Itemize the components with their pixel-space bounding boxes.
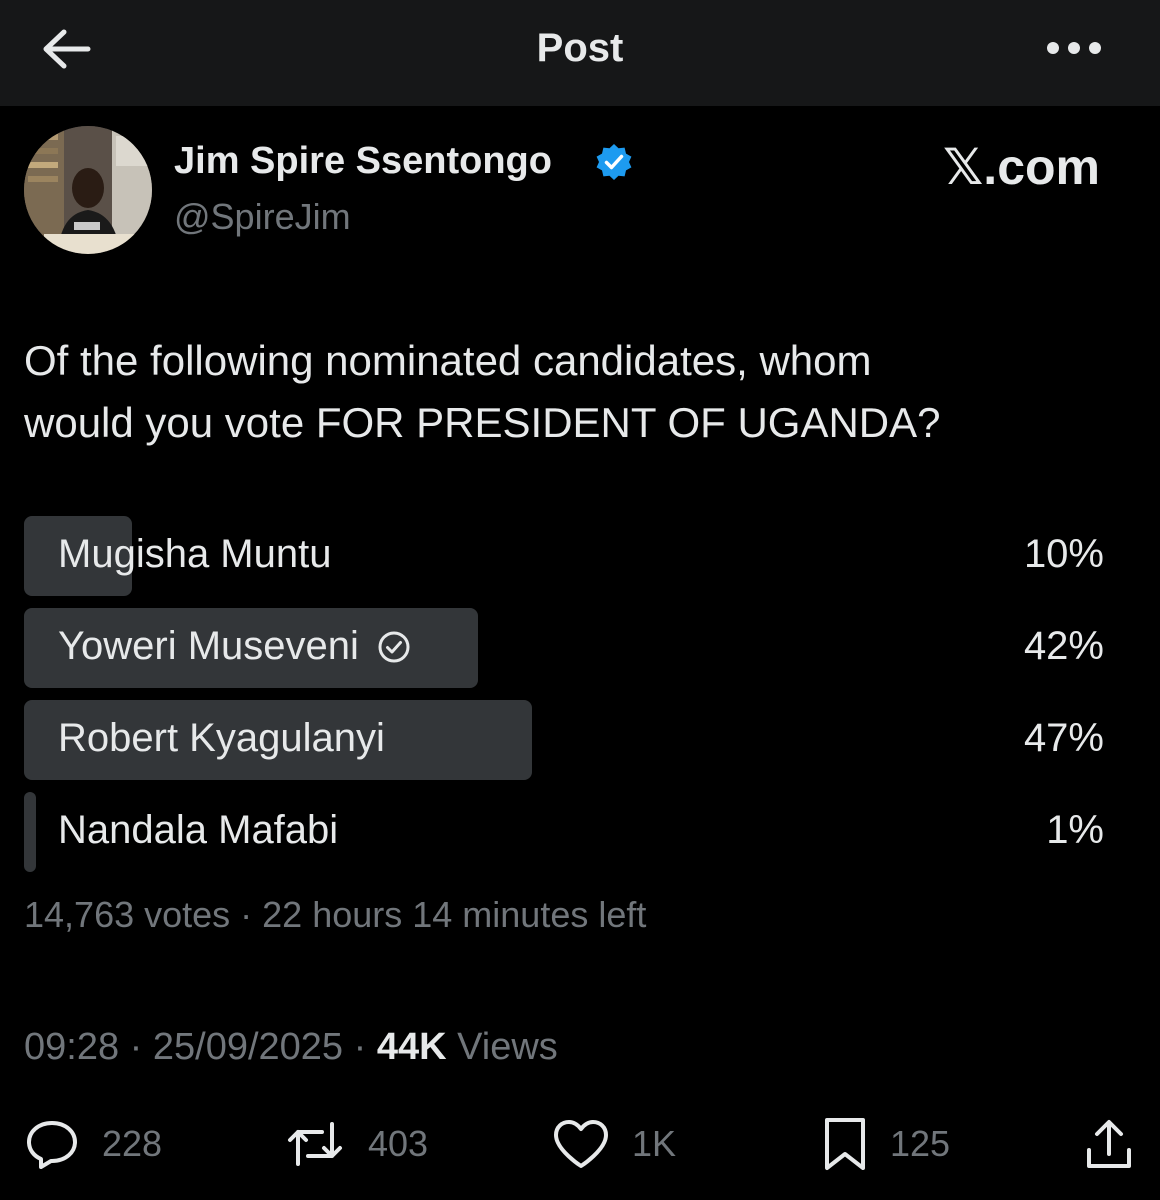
repost-count: 403 bbox=[368, 1123, 429, 1164]
bookmark-icon bbox=[825, 1118, 865, 1170]
share-button[interactable] bbox=[1084, 1114, 1134, 1174]
tweet-text: Of the following nominated candidates, w… bbox=[24, 330, 1124, 454]
avatar[interactable] bbox=[24, 126, 152, 254]
more-horizontal-icon bbox=[1047, 42, 1101, 54]
poll-option-percent: 1% bbox=[1046, 808, 1104, 852]
separator: · bbox=[343, 1026, 377, 1068]
tweet-text-line: Of the following nominated candidates, w… bbox=[24, 337, 872, 384]
timestamp-row: 09:28 · 25/09/2025 · 44K Views bbox=[24, 1026, 558, 1069]
tweet-text-line: would you vote FOR PRESIDENT OF UGANDA? bbox=[24, 399, 941, 446]
author-display-name[interactable]: Jim Spire Ssentongo bbox=[174, 140, 552, 183]
reply-button[interactable]: 228 bbox=[24, 1114, 162, 1174]
page-title: Post bbox=[536, 26, 624, 70]
check-circle-icon bbox=[378, 631, 410, 662]
poll-option-label: Nandala Mafabi bbox=[58, 808, 339, 852]
share-icon bbox=[1087, 1120, 1131, 1168]
poll-meta: 14,763 votes · 22 hours 14 minutes left bbox=[24, 894, 646, 936]
post-date[interactable]: 25/09/2025 bbox=[153, 1026, 343, 1068]
bookmark-count: 125 bbox=[890, 1123, 951, 1164]
poll-option-label: Robert Kyagulanyi bbox=[58, 716, 385, 760]
views-label: Views bbox=[457, 1026, 558, 1068]
poll-vote-count: 14,763 votes bbox=[24, 894, 231, 935]
x-watermark: 𝕏.com bbox=[943, 139, 1100, 195]
repost-icon bbox=[288, 1122, 342, 1166]
bookmark-button[interactable]: 125 bbox=[822, 1114, 950, 1174]
separator: · bbox=[119, 1026, 153, 1068]
poll-option-label: Yoweri Museveni bbox=[58, 624, 359, 668]
verified-badge-icon bbox=[596, 144, 632, 180]
poll-option-label: Mugisha Muntu bbox=[58, 532, 332, 576]
poll-option[interactable]: Nandala Mafabi 1% bbox=[24, 792, 1104, 872]
reply-count: 228 bbox=[102, 1123, 163, 1164]
poll-option[interactable]: Yoweri Museveni 42% bbox=[24, 608, 1104, 688]
more-options-button[interactable] bbox=[1044, 28, 1104, 68]
poll-option[interactable]: Robert Kyagulanyi 47% bbox=[24, 700, 1104, 780]
separator: · bbox=[230, 894, 263, 935]
heart-icon bbox=[554, 1120, 608, 1168]
like-count: 1K bbox=[632, 1123, 677, 1164]
like-button[interactable]: 1K bbox=[552, 1114, 676, 1174]
reply-icon bbox=[27, 1121, 77, 1169]
author-handle[interactable]: @SpireJim bbox=[174, 196, 351, 238]
poll-option[interactable]: Mugisha Muntu 10% bbox=[24, 516, 1104, 596]
post-time[interactable]: 09:28 bbox=[24, 1026, 119, 1068]
views-count: 44K bbox=[376, 1026, 447, 1068]
top-bar: Post bbox=[0, 0, 1160, 106]
repost-button[interactable]: 403 bbox=[284, 1114, 428, 1174]
poll-time-left: 22 hours 14 minutes left bbox=[262, 894, 647, 935]
poll-result-bar bbox=[24, 792, 36, 872]
avatar-image bbox=[24, 126, 152, 254]
poll-option-percent: 10% bbox=[1023, 532, 1104, 576]
poll-option-percent: 47% bbox=[1023, 716, 1104, 760]
poll-option-percent: 42% bbox=[1023, 624, 1104, 668]
